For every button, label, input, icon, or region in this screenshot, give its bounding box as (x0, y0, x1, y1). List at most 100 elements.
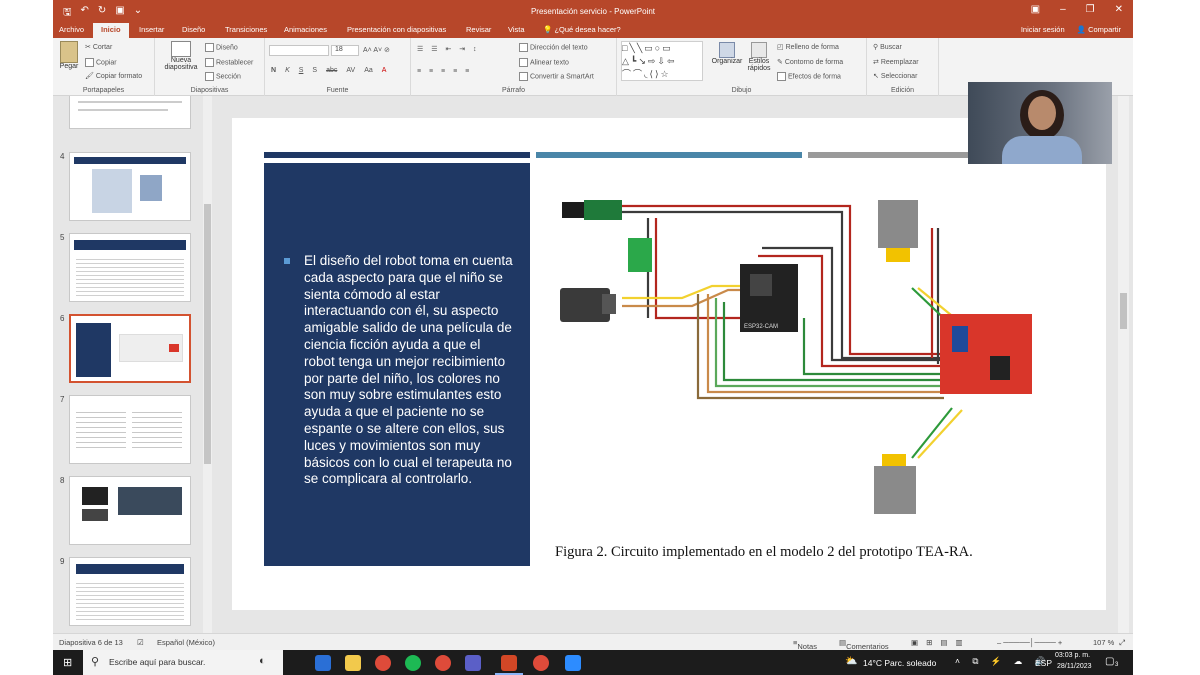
arrange-button[interactable]: Organizar (711, 42, 743, 65)
weather-icon[interactable]: ⛅ (845, 656, 857, 667)
minimize-icon[interactable]: – (1060, 4, 1066, 15)
align-text-label: Alinear texto (530, 59, 569, 67)
maximize-icon[interactable]: ❐ (1086, 4, 1095, 15)
editor-scrollbar[interactable] (1118, 96, 1129, 633)
change-case-button[interactable]: Aa (364, 67, 373, 74)
shape-fill-button[interactable]: ◰ Relleno de forma (777, 43, 839, 51)
list-buttons[interactable]: ☰ ☰ ⇤ ⇥ ↕ (417, 45, 480, 53)
section-button[interactable]: Sección (205, 72, 241, 81)
tab-presentacion[interactable]: Presentación con diapositivas (347, 25, 446, 34)
weather-text[interactable]: 14°C Parc. soleado (863, 658, 936, 668)
view-buttons[interactable]: ▣⊞▤▥ (911, 638, 971, 647)
strikethrough-button[interactable]: abc (326, 67, 337, 74)
tab-animaciones[interactable]: Animaciones (284, 25, 327, 34)
taskbar-search[interactable]: ⚲ Escribe aquí para buscar. ◐ (83, 650, 283, 675)
input-language[interactable]: ESP (1035, 658, 1052, 668)
thumb-image (92, 169, 132, 213)
clock-date[interactable]: 28/11/2023 (1057, 663, 1092, 670)
bold-button[interactable]: N (271, 67, 276, 74)
tab-transiciones[interactable]: Transiciones (225, 25, 267, 34)
language-status[interactable]: Español (México) (157, 638, 215, 647)
cut-button[interactable]: ✂ Cortar (85, 43, 112, 51)
slide-thumbnail-4[interactable] (69, 152, 191, 221)
windows-taskbar: ⊞ ⚲ Escribe aquí para buscar. ◐ ⛅ 14°C P… (53, 650, 1133, 675)
grow-font-icon[interactable]: A˄ A˅ ⊘ (363, 46, 390, 54)
shadow-button[interactable]: S (312, 67, 317, 74)
notes-button[interactable]: ≡ Notas (793, 638, 817, 651)
align-buttons[interactable]: ≡ ≡ ≡ ≡ ≡ (417, 68, 472, 75)
shape-effects-button[interactable]: Efectos de forma (777, 72, 841, 81)
quick-styles-label-2: rápidos (747, 65, 771, 72)
select-button[interactable]: ↖ Seleccionar (873, 72, 917, 80)
tell-me-search[interactable]: 💡 ¿Qué desea hacer? (543, 25, 621, 34)
slide-thumbnail[interactable] (69, 96, 191, 129)
zoom-app-icon[interactable] (565, 655, 581, 671)
tab-diseno[interactable]: Diseño (182, 25, 205, 34)
powerpoint-icon[interactable] (501, 655, 517, 671)
copy-button[interactable]: Copiar (85, 58, 117, 67)
group-portapapeles: Pegar ✂ Cortar Copiar 🖌 Copiar formato P… (53, 38, 155, 96)
magnifier-icon: ⚲ (873, 44, 879, 51)
signin-link[interactable]: Iniciar sesión (1021, 25, 1065, 34)
file-explorer-icon[interactable] (345, 655, 361, 671)
slide-canvas[interactable]: El diseño del robot toma en cuenta cada … (232, 118, 1106, 610)
slide-body-text[interactable]: El diseño del robot toma en cuenta cada … (304, 253, 514, 488)
font-name-box[interactable] (269, 45, 329, 56)
find-button[interactable]: ⚲ Buscar (873, 43, 902, 51)
tab-vista[interactable]: Vista (508, 25, 525, 34)
quick-styles-button[interactable]: Estilos rápidos (745, 42, 773, 72)
scroll-thumb[interactable] (204, 204, 211, 464)
text-box[interactable]: El diseño del robot toma en cuenta cada … (264, 163, 530, 566)
layout-button[interactable]: Diseño (205, 43, 238, 52)
tab-revisar[interactable]: Revisar (466, 25, 491, 34)
close-icon[interactable]: ✕ (1115, 4, 1123, 15)
teams-icon[interactable] (465, 655, 481, 671)
arrange-icon (719, 42, 735, 58)
fit-slide-icon[interactable]: ⤢ (1119, 638, 1125, 648)
slide-thumbnail-7[interactable] (69, 395, 191, 464)
scroll-thumb[interactable] (1120, 293, 1127, 329)
copy-icon (85, 58, 94, 67)
underline-button[interactable]: S (299, 67, 304, 74)
replace-button[interactable]: ⇄ Reemplazar (873, 58, 919, 66)
share-button[interactable]: 👤 Compartir (1077, 25, 1121, 34)
thumbnails-scrollbar[interactable] (203, 96, 212, 633)
tab-inicio[interactable]: Inicio (93, 23, 129, 38)
paste-button[interactable]: Pegar (57, 41, 81, 70)
chrome-icon[interactable] (533, 655, 549, 671)
zoom-slider[interactable]: – ─────│──── + (997, 638, 1062, 647)
spellcheck-icon[interactable]: ☑ (137, 638, 144, 647)
italic-button[interactable]: K (285, 67, 290, 74)
format-painter-button[interactable]: 🖌 Copiar formato (85, 72, 142, 80)
servo-horn (602, 294, 616, 314)
slide-thumbnail-8[interactable] (69, 476, 191, 545)
font-color-button[interactable]: A (382, 67, 387, 74)
edge-icon[interactable] (315, 655, 331, 671)
font-size-box[interactable]: 18 (331, 45, 359, 56)
slide-thumbnail-9[interactable] (69, 557, 191, 626)
char-spacing-button[interactable]: AV (346, 67, 355, 74)
chrome-icon[interactable] (375, 655, 391, 671)
tab-archivo[interactable]: Archivo (59, 25, 84, 34)
clipboard-icon (60, 41, 78, 63)
chrome-icon[interactable] (435, 655, 451, 671)
zoom-level[interactable]: 107 % (1093, 638, 1114, 647)
slide-thumbnail-5[interactable] (69, 233, 191, 302)
tab-insertar[interactable]: Insertar (139, 25, 164, 34)
shapes-gallery[interactable]: □╲╲▭○▭ △┗↘⇨⇩⇦ ⌒⌒◟⟨⟩☆ (621, 41, 703, 81)
clock-time[interactable]: 03:03 p. m. (1055, 652, 1090, 659)
new-slide-button[interactable]: Nueva diapositiva (161, 41, 201, 71)
comments-button[interactable]: ▤ Comentarios (839, 638, 889, 651)
align-text-button[interactable]: Alinear texto (519, 58, 569, 67)
text-direction-button[interactable]: Dirección del texto (519, 43, 588, 52)
figure-caption[interactable]: Figura 2. Circuito implementado en el mo… (555, 544, 973, 561)
slide-thumbnail-6[interactable] (69, 314, 191, 383)
spotify-icon[interactable] (405, 655, 421, 671)
shape-outline-button[interactable]: ✎ Contorno de forma (777, 58, 843, 66)
windows-start-icon[interactable]: ⊞ (63, 656, 72, 669)
smartart-button[interactable]: Convertir a SmartArt (519, 72, 594, 81)
ribbon-display-icon[interactable]: ▣ (1031, 4, 1040, 15)
notification-icon[interactable]: ▢ (1105, 656, 1114, 667)
person-shirt (1002, 136, 1082, 164)
reset-button[interactable]: Restablecer (205, 58, 253, 67)
